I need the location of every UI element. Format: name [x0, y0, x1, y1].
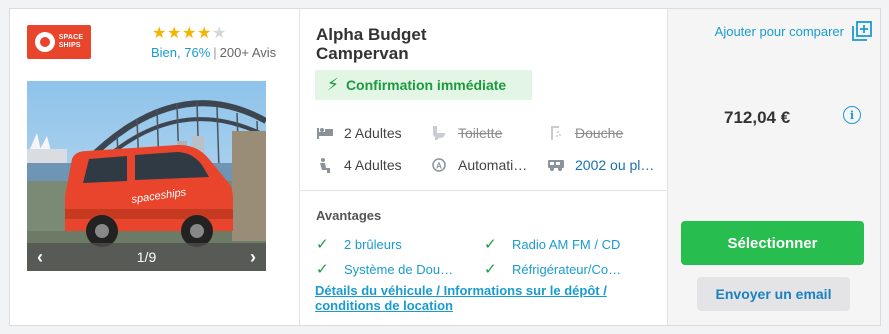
star-icon: ★ [167, 25, 182, 42]
spec-vehicle-year: 2002 ou pl… [547, 157, 654, 173]
listing-actions-column: Ajouter pour comparer 712,04 € i Sélecti… [668, 9, 880, 325]
advantage-item: ✓ Système de Dou… [316, 260, 453, 278]
price: 712,04 € [724, 108, 791, 127]
listing-media-column: SPACE SHIPS ★ ★ ★ ★ ★ Bien, 76% | 200+ Avis [10, 9, 300, 325]
spec-label: 2 Adultes [344, 125, 402, 141]
vehicle-photo[interactable]: spaceships ‹ 1/9 › [27, 81, 266, 271]
lightning-icon: ⚡ [327, 75, 339, 94]
confirmation-label: Confirmation immédiate [345, 77, 507, 93]
details-link-line2[interactable]: conditions de location [315, 298, 645, 313]
transmission-icon: A [430, 157, 448, 173]
advantages-title: Avantages [316, 208, 382, 223]
compare-label[interactable]: Ajouter pour comparer [715, 24, 844, 39]
spec-transmission: A Automati… [430, 157, 527, 173]
info-icon[interactable]: i [843, 106, 861, 124]
select-button[interactable]: Sélectionner [681, 221, 864, 265]
rating-separator: | [213, 45, 217, 60]
check-icon: ✓ [484, 236, 497, 253]
vendor-logo: SPACE SHIPS [27, 25, 91, 59]
logo-mark [34, 32, 55, 52]
gallery-nav: ‹ 1/9 › [27, 243, 266, 271]
chevron-left-icon[interactable]: ‹ [37, 247, 43, 268]
check-icon: ✓ [316, 261, 329, 278]
spec-toilet: Toilette [430, 125, 502, 141]
advantage-item: ✓ Radio AM FM / CD [484, 235, 620, 253]
advantage-label[interactable]: Radio AM FM / CD [512, 237, 620, 252]
review-count: 200+ Avis [219, 45, 277, 60]
spec-sleeps: 2 Adultes [316, 125, 402, 141]
spec-label: Toilette [458, 125, 503, 141]
send-email-button[interactable]: Envoyer un email [697, 277, 850, 311]
spec-shower: Douche [547, 125, 623, 141]
section-divider [300, 190, 666, 191]
advantage-label[interactable]: 2 brûleurs [344, 237, 402, 252]
svg-text:A: A [436, 162, 442, 171]
spec-label: Douche [575, 125, 624, 141]
spec-label[interactable]: 2002 ou pl… [575, 157, 654, 173]
spec-seats: 4 Adultes [316, 157, 402, 173]
vehicle-title: Alpha Budget Campervan [316, 25, 576, 63]
listing-card: SPACE SHIPS ★ ★ ★ ★ ★ Bien, 76% | 200+ Avis [9, 8, 881, 326]
vehicle-year-icon [547, 157, 565, 173]
add-to-compare[interactable]: Ajouter pour comparer [715, 21, 872, 41]
star-empty-icon: ★ [212, 25, 227, 42]
spec-label: 4 Adultes [344, 157, 402, 173]
advantage-item: ✓ Réfrigérateur/Co… [484, 260, 621, 278]
shower-icon [547, 125, 565, 141]
check-icon: ✓ [316, 236, 329, 253]
gallery-counter: 1/9 [136, 249, 157, 265]
advantage-label[interactable]: Réfrigérateur/Co… [512, 262, 621, 277]
star-icon: ★ [197, 25, 212, 42]
vehicle-title-line2: Campervan [316, 44, 409, 63]
bed-icon [316, 125, 334, 141]
spec-label: Automati… [458, 157, 528, 173]
vehicle-title-line1: Alpha Budget [316, 25, 427, 44]
seat-icon [316, 157, 334, 173]
instant-confirmation-badge: ⚡ Confirmation immédiate [315, 70, 532, 100]
star-rating: ★ ★ ★ ★ ★ [152, 26, 227, 42]
check-icon: ✓ [484, 261, 497, 278]
star-icon: ★ [152, 25, 167, 42]
details-link-line1[interactable]: Détails du véhicule / Informations sur l… [315, 283, 645, 298]
add-compare-icon[interactable] [852, 21, 872, 41]
star-icon: ★ [182, 25, 197, 42]
advantage-item: ✓ 2 brûleurs [316, 235, 402, 253]
rating-label[interactable]: Bien, 76% [151, 45, 210, 60]
toilet-icon [430, 125, 448, 141]
listing-details-column: Alpha Budget Campervan ⚡ Confirmation im… [300, 9, 668, 325]
advantage-label[interactable]: Système de Dou… [344, 262, 453, 277]
chevron-right-icon[interactable]: › [250, 247, 256, 268]
vehicle-details-link[interactable]: Détails du véhicule / Informations sur l… [315, 283, 645, 313]
rating-summary: Bien, 76% | 200+ Avis [151, 45, 276, 60]
